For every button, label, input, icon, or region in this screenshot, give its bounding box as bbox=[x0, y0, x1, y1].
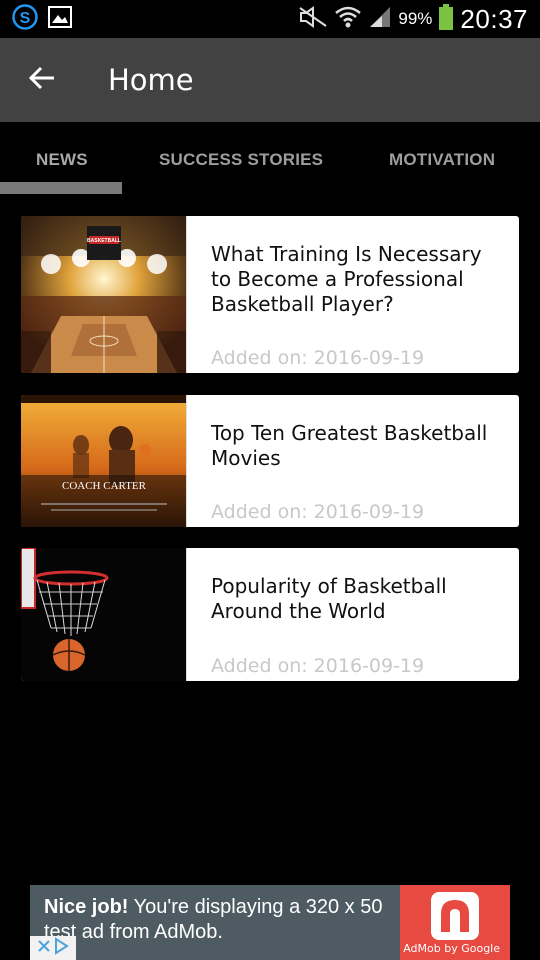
tab-indicator bbox=[0, 182, 122, 194]
gallery-icon bbox=[48, 5, 72, 33]
ad-bold-text: Nice job! bbox=[44, 896, 129, 918]
signal-icon bbox=[368, 6, 392, 33]
mute-icon bbox=[298, 5, 328, 33]
close-icon bbox=[37, 939, 51, 958]
page-title: Home bbox=[108, 63, 194, 97]
article-title: Top Ten Greatest Basketball Movies bbox=[211, 421, 488, 470]
ad-text: Nice job! You're displaying a 320 x 50 t… bbox=[30, 885, 400, 960]
tab-news[interactable]: NEWS bbox=[36, 150, 88, 170]
ad-brand-label: AdMob by Google bbox=[403, 942, 500, 955]
arena-sign-text: BASKETBALL bbox=[87, 238, 121, 244]
arrow-back-icon bbox=[28, 64, 56, 97]
poster-title-text: COACH CARTER bbox=[62, 480, 147, 492]
article-date: Added on: 2016-09-19 bbox=[211, 655, 425, 677]
tab-motivation[interactable]: MOTIVATION bbox=[389, 150, 495, 170]
skype-icon: S bbox=[12, 3, 38, 35]
article-date: Added on: 2016-09-19 bbox=[211, 501, 425, 523]
ad-choices-button[interactable] bbox=[30, 936, 76, 960]
article-title: Popularity of Basketball Around the Worl… bbox=[211, 574, 447, 623]
wifi-icon bbox=[334, 5, 362, 34]
basketball-hoop-image bbox=[21, 548, 187, 681]
admob-logo-area: AdMob by Google bbox=[400, 885, 510, 960]
article-title: What Training Is Necessary to Become a P… bbox=[211, 242, 482, 316]
ad-banner[interactable]: Nice job! You're displaying a 320 x 50 t… bbox=[30, 885, 510, 960]
app-bar: Home bbox=[0, 38, 540, 122]
article-card[interactable]: Popularity of Basketball Around the Worl… bbox=[21, 548, 519, 681]
coach-carter-poster-image: COACH CARTER bbox=[21, 395, 187, 527]
admob-logo-icon bbox=[431, 892, 479, 940]
article-date: Added on: 2016-09-19 bbox=[211, 347, 425, 369]
svg-text:S: S bbox=[20, 10, 31, 27]
tab-success-stories[interactable]: SUCCESS STORIES bbox=[159, 150, 323, 170]
status-bar: S 99% 20:37 bbox=[0, 0, 540, 38]
battery-icon bbox=[438, 3, 454, 35]
basketball-arena-image: BASKETBALL bbox=[21, 216, 187, 373]
battery-percent: 99% bbox=[398, 9, 433, 28]
article-card[interactable]: COACH CARTER Top Ten Greatest Basketball… bbox=[21, 395, 519, 527]
back-button[interactable] bbox=[0, 38, 84, 122]
ad-choices-icon bbox=[53, 936, 69, 960]
article-card[interactable]: BASKETBALL What Training Is Necessary to… bbox=[21, 216, 519, 373]
status-clock: 20:37 bbox=[460, 3, 528, 34]
